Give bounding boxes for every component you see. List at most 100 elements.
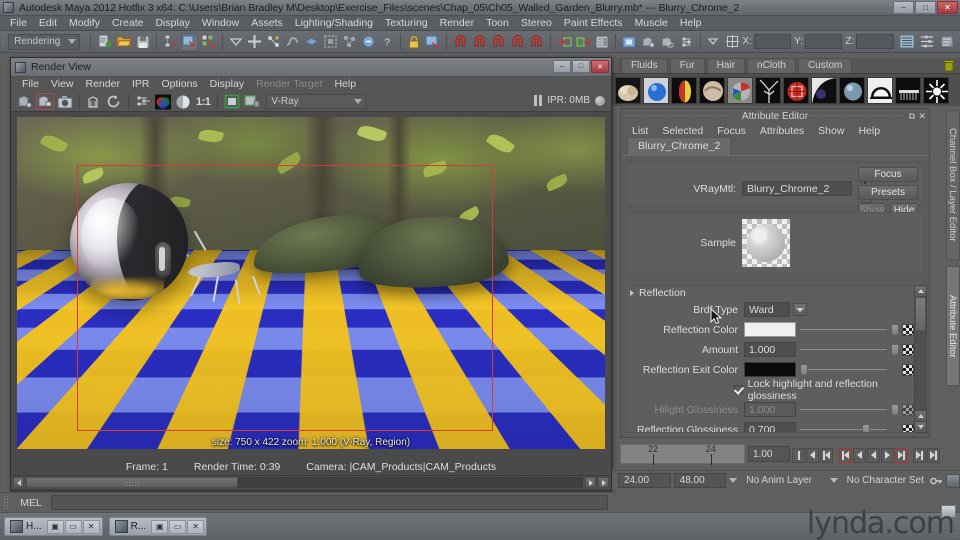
character-set-chevron-icon[interactable]: [829, 478, 838, 483]
anim-layer-selector[interactable]: No Anim Layer: [740, 473, 827, 488]
anim-layer-chevron-icon[interactable]: [729, 478, 738, 483]
menu-set-selector[interactable]: Rendering: [8, 33, 80, 50]
menu-modify[interactable]: Modify: [63, 16, 106, 31]
menu-file[interactable]: File: [4, 16, 33, 31]
output-connection-icon[interactable]: [575, 33, 592, 51]
fluid-cloud-icon[interactable]: [615, 76, 641, 104]
render-region-icon[interactable]: [134, 93, 152, 110]
rv-menu-help[interactable]: Help: [328, 77, 362, 92]
rv-menu-file[interactable]: File: [16, 77, 45, 92]
snap-plane-icon[interactable]: [303, 33, 320, 51]
command-line-grip[interactable]: [3, 495, 8, 510]
panel-undock-icon[interactable]: ⧉: [909, 111, 915, 122]
scrollbar-track[interactable]: [26, 477, 583, 488]
menu-lighting-shading[interactable]: Lighting/Shading: [289, 16, 379, 31]
red-lattice-icon[interactable]: [783, 76, 809, 104]
help-icon[interactable]: ?: [379, 33, 395, 51]
render-current-frame-icon[interactable]: [621, 33, 638, 51]
auto-key-icon[interactable]: [930, 475, 943, 487]
ae-menu-list[interactable]: List: [625, 125, 655, 137]
menu-display[interactable]: Display: [149, 16, 195, 31]
render-view-icon[interactable]: [424, 33, 441, 51]
reflection-color-map-button[interactable]: [902, 323, 914, 336]
new-scene-icon[interactable]: [96, 33, 113, 51]
reflection-glossiness-map-button[interactable]: [902, 423, 914, 432]
selection-mask-icon[interactable]: [228, 33, 244, 51]
scroll-down-icon[interactable]: [915, 421, 926, 432]
menu-render[interactable]: Render: [434, 16, 480, 31]
time-slider-track[interactable]: 22 24: [620, 444, 745, 465]
paint-effects-tree-icon[interactable]: [755, 76, 781, 104]
character-set-selector[interactable]: No Character Set: [840, 473, 927, 488]
snap-grid-icon[interactable]: [246, 33, 263, 51]
rv-menu-display[interactable]: Display: [204, 77, 250, 92]
dome-light-icon[interactable]: [867, 76, 893, 104]
selection-mask-menu-icon[interactable]: [706, 33, 722, 51]
rewind-icon[interactable]: [839, 447, 852, 463]
rv-menu-ipr[interactable]: IPR: [126, 77, 156, 92]
scroll-right-icon-b[interactable]: [598, 477, 609, 488]
ae-menu-selected[interactable]: Selected: [655, 125, 710, 137]
rgb-channel-icon[interactable]: [154, 93, 172, 110]
reflection-exit-color-swatch[interactable]: [744, 362, 796, 377]
next-key-icon[interactable]: [913, 447, 926, 463]
material-sample-swatch[interactable]: [742, 219, 790, 267]
snap-to-plane-icon[interactable]: [509, 33, 526, 51]
command-language-label[interactable]: MEL: [11, 497, 51, 509]
menu-create[interactable]: Create: [106, 16, 150, 31]
scroll-right-icon-a[interactable]: [585, 477, 596, 488]
range-start-field[interactable]: 24.00: [618, 473, 671, 488]
render-view-close-button[interactable]: ✕: [591, 60, 609, 73]
minimize-button[interactable]: –: [893, 1, 914, 14]
coord-field-z[interactable]: [856, 34, 894, 49]
ipr-render-icon[interactable]: [85, 93, 103, 110]
blue-sphere-icon[interactable]: [643, 76, 669, 104]
go-to-end-icon[interactable]: [927, 447, 940, 463]
taskbar-close-button[interactable]: ✕: [82, 519, 100, 534]
menu-texturing[interactable]: Texturing: [379, 16, 434, 31]
command-input-field[interactable]: [51, 495, 608, 510]
snap-to-curve-icon[interactable]: [471, 33, 488, 51]
snap-view-icon[interactable]: [322, 33, 339, 51]
surface-shader-icon[interactable]: [727, 76, 753, 104]
magnet-snap-icon[interactable]: [452, 33, 469, 51]
menu-toon[interactable]: Toon: [480, 16, 515, 31]
snap-curve-icon[interactable]: [265, 33, 282, 51]
chevron-down-icon[interactable]: [793, 303, 807, 316]
taskbar-window-hypershade[interactable]: H... ▣ ▭ ✕: [4, 517, 103, 536]
reflection-section-header[interactable]: Reflection: [626, 286, 914, 299]
taskbar-window-render-view[interactable]: R... ▣ ▭ ✕: [108, 517, 208, 536]
presets-button[interactable]: Presets: [858, 185, 918, 200]
ae-menu-attributes[interactable]: Attributes: [753, 125, 811, 137]
marble-shader-icon[interactable]: [699, 76, 725, 104]
taskbar-minimize-button[interactable]: ▭: [169, 519, 187, 534]
layer-editor-toggle-icon[interactable]: [918, 33, 936, 51]
playback-key-icon[interactable]: [792, 447, 805, 463]
shelf-tab-ncloth[interactable]: nCloth: [747, 58, 796, 73]
input-connection-icon[interactable]: [556, 33, 573, 51]
render-current-frame-icon[interactable]: [16, 93, 34, 110]
render-globals-icon[interactable]: [360, 33, 377, 51]
tab-blurry-chrome-2[interactable]: Blurry_Chrome_2: [627, 137, 732, 155]
snap-to-view-plane-icon[interactable]: [528, 33, 545, 51]
reflection-color-swatch[interactable]: [744, 322, 796, 337]
ramp-shader-icon[interactable]: [671, 76, 697, 104]
snapshot-icon[interactable]: [56, 93, 74, 110]
scrollbar-track[interactable]: [915, 331, 926, 410]
render-image-canvas[interactable]: size: 750 x 422 zoom: 1.000 (V-Ray, Regi…: [17, 117, 605, 449]
rv-menu-options[interactable]: Options: [155, 77, 203, 92]
menu-assets[interactable]: Assets: [245, 16, 289, 31]
window-resize-grip[interactable]: [947, 527, 958, 538]
pause-icon[interactable]: [534, 95, 543, 106]
panel-close-icon[interactable]: ✕: [918, 111, 926, 122]
channel-box-toggle-icon[interactable]: [898, 33, 916, 51]
select-by-object-icon[interactable]: [180, 32, 198, 51]
toolbar-grip[interactable]: [2, 32, 7, 51]
amount-slider[interactable]: [800, 343, 900, 356]
keep-image-icon[interactable]: [223, 93, 241, 110]
scrollbar-thumb[interactable]: [915, 297, 926, 331]
attribute-editor-scrollbar[interactable]: [914, 285, 927, 433]
sphere-shader-icon[interactable]: [839, 76, 865, 104]
shelf-tab-custom[interactable]: Custom: [797, 58, 853, 73]
shelf-tab-fluids[interactable]: Fluids: [621, 58, 668, 73]
